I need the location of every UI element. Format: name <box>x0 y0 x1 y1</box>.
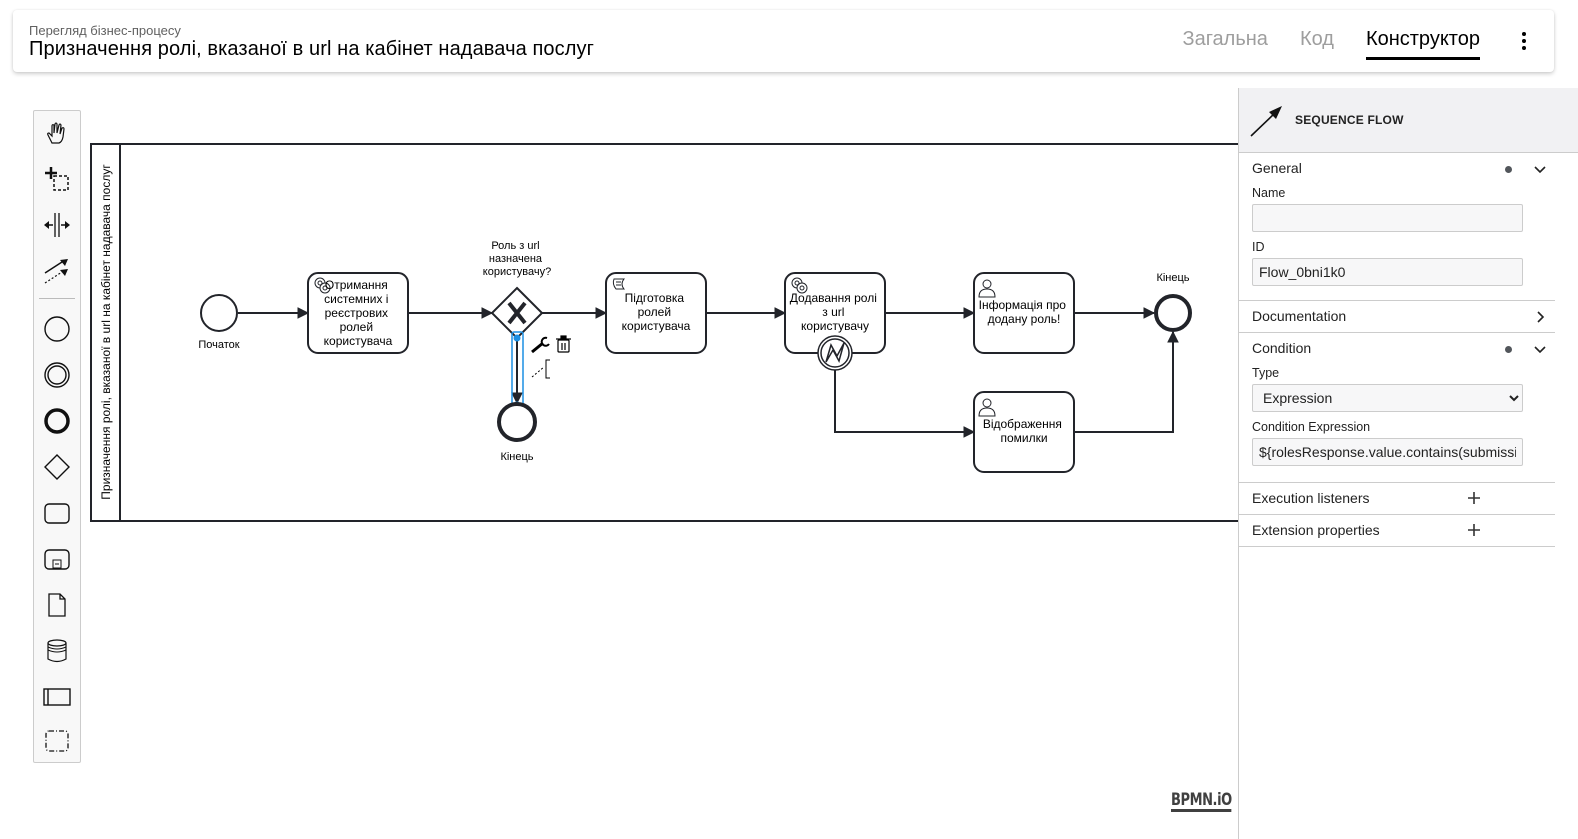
start-event[interactable]: Початок <box>198 294 240 351</box>
gateway-icon <box>44 454 70 480</box>
element-type-title: SEQUENCE FLOW <box>1295 113 1404 127</box>
task-get-roles[interactable]: Отримання системних і реєстрових ролей к… <box>307 272 409 354</box>
group-execution-listeners-header[interactable]: Execution listeners <box>1239 483 1555 514</box>
type-label: Type <box>1252 366 1280 380</box>
page-title: Призначення ролі, вказаної в url на кабі… <box>29 38 594 60</box>
lasso-icon <box>45 167 69 191</box>
group-condition-header[interactable]: Condition <box>1239 333 1555 364</box>
properties-header: SEQUENCE FLOW <box>1239 88 1578 153</box>
space-tool[interactable] <box>34 205 80 245</box>
create-subprocess[interactable] <box>34 539 80 579</box>
tab-constructor[interactable]: Конструктор <box>1365 10 1481 72</box>
expression-field-wrap: Condition Expression <box>1239 420 1555 466</box>
create-group[interactable] <box>34 721 80 761</box>
task-show-error[interactable]: Відображення помилки <box>973 391 1075 473</box>
group-condition-title: Condition <box>1252 340 1312 356</box>
view-tabs: Загальна Код Конструктор <box>1182 10 1554 72</box>
end-event-gateway-label: Кінець <box>500 451 533 463</box>
group-documentation: Documentation <box>1239 301 1555 333</box>
start-event-icon <box>44 316 70 342</box>
name-input[interactable] <box>1252 204 1523 232</box>
data-store-icon <box>47 639 67 663</box>
group-documentation-header[interactable]: Documentation <box>1239 301 1555 332</box>
task-role-info[interactable]: Інформація про додану роль! <box>973 272 1075 354</box>
create-end-event[interactable] <box>34 401 80 441</box>
group-condition: Condition Type Expression Condition Expr… <box>1239 333 1555 483</box>
create-task[interactable] <box>34 493 80 533</box>
create-intermediate-event[interactable] <box>34 355 80 395</box>
chevron-right-icon[interactable] <box>1533 310 1547 324</box>
hand-icon <box>47 122 65 144</box>
diagram-svg: Призначення ролі, вказаної в url на кабі… <box>90 143 1238 522</box>
add-property-plus-icon[interactable] <box>1467 523 1481 537</box>
bpmn-canvas[interactable]: Призначення ролі, вказаної в url на кабі… <box>0 80 1238 839</box>
create-start-event[interactable] <box>34 309 80 349</box>
data-object-icon <box>48 593 66 617</box>
tab-code[interactable]: Код <box>1300 10 1334 72</box>
condition-type-select[interactable]: Expression <box>1252 384 1523 412</box>
id-input[interactable] <box>1252 258 1523 286</box>
chevron-down-icon[interactable] <box>1533 162 1547 176</box>
connect-icon <box>44 259 68 284</box>
lasso-tool[interactable] <box>34 159 80 199</box>
more-vert-icon[interactable] <box>1512 10 1536 72</box>
bpmn-io-logo[interactable]: BPMN.iO <box>1171 791 1232 812</box>
id-field-wrap: ID <box>1239 240 1555 286</box>
space-icon <box>44 213 70 237</box>
palette <box>33 110 81 763</box>
group-execution-listeners: Execution listeners <box>1239 483 1555 515</box>
gateway-label: Роль з url назначена користувачу? <box>483 240 551 278</box>
add-listener-plus-icon[interactable] <box>1467 491 1481 505</box>
start-event-label: Початок <box>198 339 239 351</box>
group-extension-properties-header[interactable]: Extension properties <box>1239 515 1555 546</box>
data-marker-dot <box>1505 166 1512 173</box>
task-prepare-roles[interactable]: Підготовка ролей користувача <box>605 272 707 354</box>
task-icon <box>44 503 70 524</box>
error-boundary-event[interactable] <box>817 335 853 371</box>
create-data-object[interactable] <box>34 585 80 625</box>
data-marker-dot <box>1505 346 1512 353</box>
pool-label: Призначення ролі, вказаної в url на кабі… <box>99 164 113 500</box>
group-icon <box>45 730 69 752</box>
group-general-header[interactable]: General <box>1239 153 1555 184</box>
create-gateway[interactable] <box>34 447 80 487</box>
end-event-main-label: Кінець <box>1156 272 1189 284</box>
pool-icon <box>43 688 71 706</box>
tab-general[interactable]: Загальна <box>1182 10 1267 72</box>
group-extension-properties-title: Extension properties <box>1252 522 1380 538</box>
create-pool[interactable] <box>34 677 80 717</box>
chevron-down-icon[interactable] <box>1533 342 1547 356</box>
create-data-store[interactable] <box>34 631 80 671</box>
group-general: General Name ID <box>1239 153 1555 301</box>
name-field-wrap: Name <box>1239 186 1555 232</box>
process-header: Перегляд бізнес-процесу Призначення ролі… <box>13 10 1554 72</box>
group-general-title: General <box>1252 160 1302 176</box>
end-event-gateway[interactable]: Кінець <box>497 402 537 463</box>
global-connect-tool[interactable] <box>34 251 80 291</box>
condition-expression-input[interactable] <box>1252 438 1523 466</box>
group-execution-listeners-title: Execution listeners <box>1252 490 1370 506</box>
task-get-roles-label: Отримання системних і реєстрових ролей к… <box>324 278 393 348</box>
condition-expression-label: Condition Expression <box>1252 420 1371 434</box>
sequence-flow-icon <box>1250 106 1282 137</box>
palette-separator <box>39 298 75 299</box>
task-role-info-label: Інформація про додану роль! <box>979 298 1070 326</box>
intermediate-event-icon <box>44 362 70 388</box>
subprocess-icon <box>44 549 70 570</box>
group-extension-properties: Extension properties <box>1239 515 1555 547</box>
end-event-main[interactable]: Кінець <box>1154 272 1192 332</box>
end-event-icon <box>44 408 70 434</box>
id-label: ID <box>1252 240 1265 254</box>
type-field-wrap: Type Expression <box>1239 366 1555 412</box>
hand-tool[interactable] <box>34 114 80 154</box>
name-label: Name <box>1252 186 1286 200</box>
page-subtitle: Перегляд бізнес-процесу <box>29 23 181 38</box>
properties-panel: SEQUENCE FLOW General Name ID Documentat… <box>1238 88 1578 839</box>
group-documentation-title: Documentation <box>1252 308 1347 324</box>
